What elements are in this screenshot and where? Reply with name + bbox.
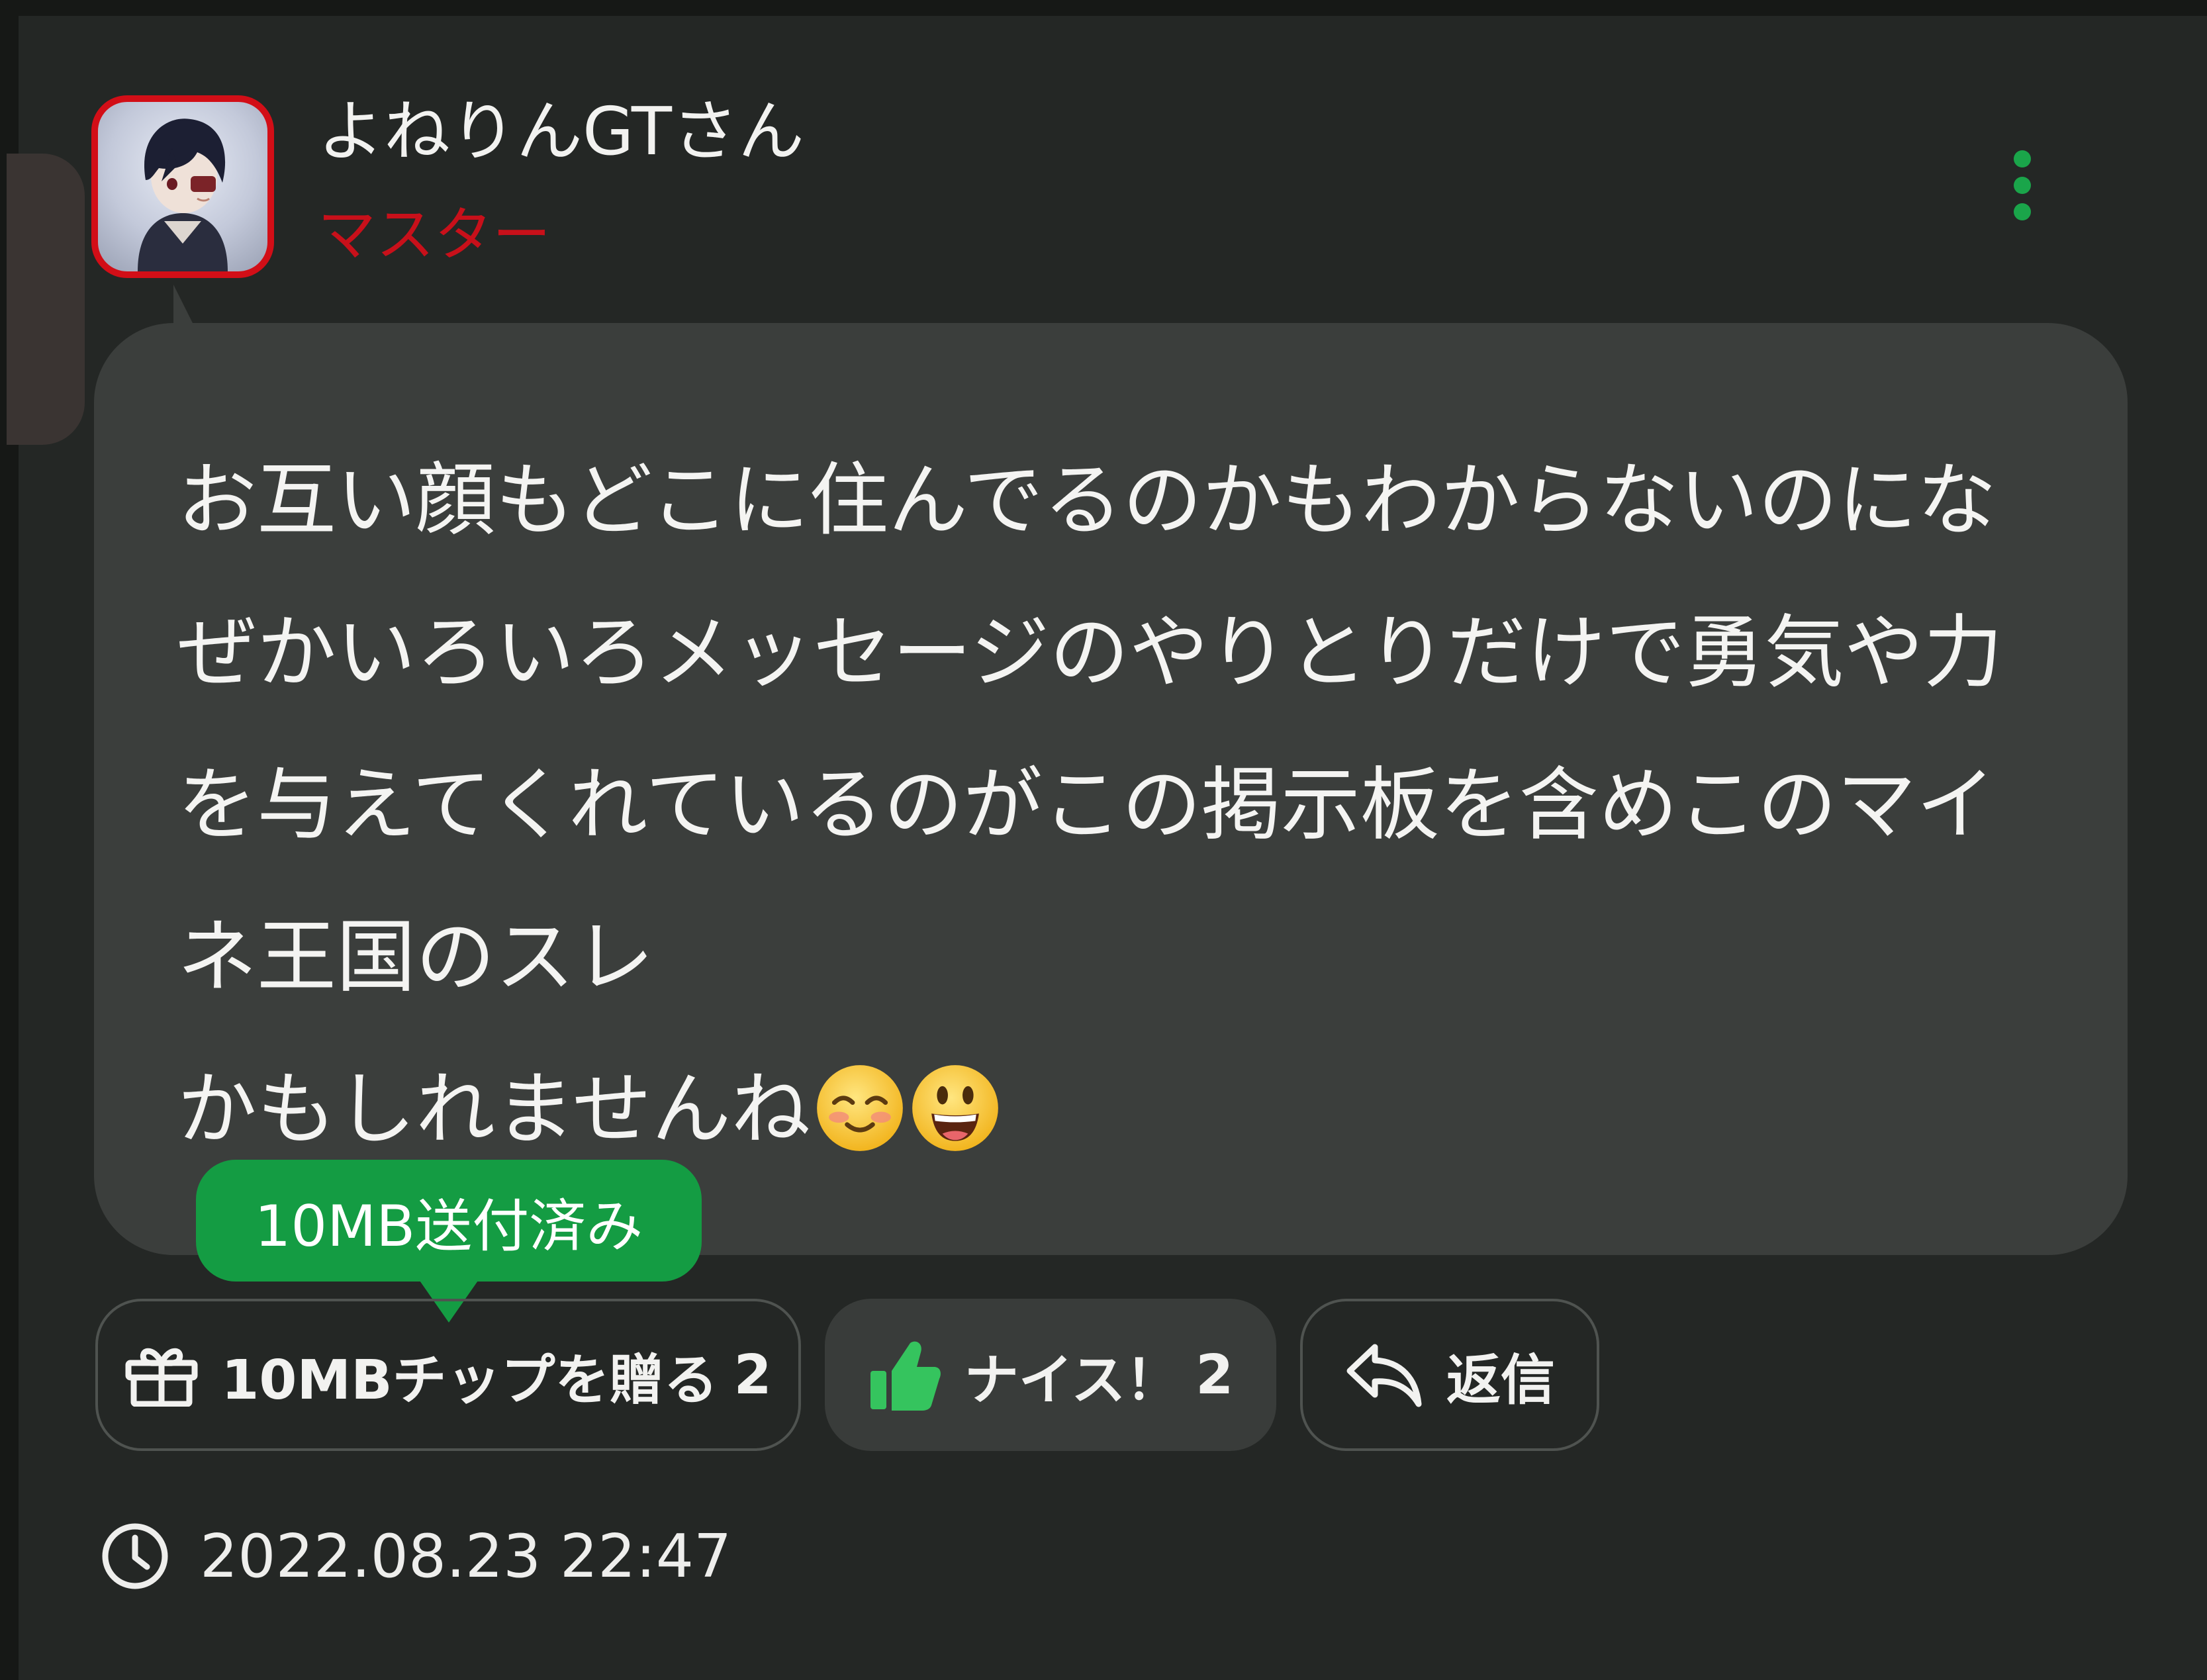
send-tip-button[interactable]: 10MBチップを贈る 2 xyxy=(95,1299,801,1451)
reply-label: 返信 xyxy=(1446,1348,1555,1412)
more-options-button[interactable] xyxy=(1986,132,2059,238)
tip-count: 2 xyxy=(733,1343,772,1407)
message-text: お互い顔もどこに住んでるのかもわからないのにな ぜかいろいろメッセージのやりとり… xyxy=(177,425,2097,1186)
clock-icon xyxy=(101,1522,169,1591)
nice-label: ナイス！ xyxy=(964,1348,1180,1412)
bubble-tail xyxy=(173,285,193,324)
timestamp-text: 2022.08.23 22:47 xyxy=(200,1521,732,1591)
reply-button[interactable]: 返信 xyxy=(1300,1299,1599,1451)
message-line: お互い顔もどこに住んでるのかもわからないのにな xyxy=(177,455,1996,547)
gift-icon xyxy=(124,1343,199,1407)
smiling-face-emoji-icon xyxy=(814,1051,906,1203)
message-line: かもしれませんね xyxy=(177,1064,811,1156)
nice-button[interactable]: ナイス！ 2 xyxy=(825,1299,1276,1451)
message-line: ネ王国のスレ xyxy=(177,911,654,1003)
vertical-dots-icon xyxy=(2014,150,2031,220)
nice-count: 2 xyxy=(1196,1343,1234,1407)
avatar-illustration xyxy=(138,118,228,271)
avatar[interactable] xyxy=(91,95,274,278)
author-name[interactable]: よねりんGTさん xyxy=(318,93,804,171)
tip-sent-badge: 10MB送付済み xyxy=(196,1160,702,1282)
reply-arrow-icon xyxy=(1344,1340,1424,1409)
message-line: ぜかいろいろメッセージのやりとりだけで勇気や力 xyxy=(177,607,2003,699)
author-role: マスター xyxy=(318,201,551,269)
grinning-face-emoji-icon xyxy=(910,1051,1001,1203)
thumbs-up-icon xyxy=(868,1338,942,1412)
side-edge-tab xyxy=(7,154,85,445)
message-line: を与えてくれているのがこの掲示板を含めこのマイ xyxy=(177,759,1996,851)
screen: よねりんGTさん マスター お互い顔もどこに住んでるのかもわからないのにな ぜか… xyxy=(0,0,2207,1680)
post-timestamp: 2022.08.23 22:47 xyxy=(101,1520,731,1593)
send-tip-label: 10MBチップを贈る xyxy=(221,1348,718,1412)
